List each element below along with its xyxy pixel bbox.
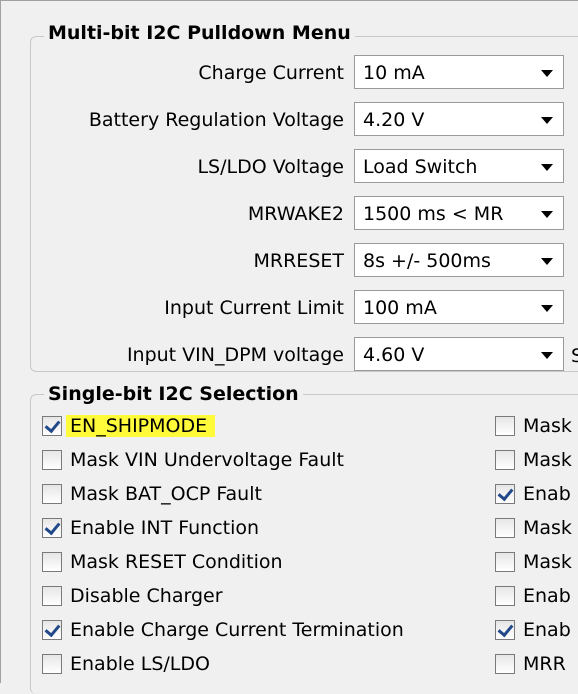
dropdown-value: 4.60 V [363,344,425,366]
input-current-limit-label: Input Current Limit [164,297,344,319]
checkbox-box[interactable] [42,450,62,470]
mrwake2-dropdown[interactable]: 1500 ms < MR [354,196,564,230]
input-current-limit-row: Input Current Limit 100 mA [0,287,578,327]
dropdown-value: 100 mA [363,297,437,319]
checkbox-label: Mask RESET Condition [70,551,283,573]
dropdown-value: 1500 ms < MR [363,203,504,225]
mrreset-row: MRRESET 8s +/- 500ms [0,240,578,280]
dropdown-value: 8s +/- 500ms [363,250,491,272]
dropdown-arrow-icon[interactable] [541,70,553,77]
checkbox-label: Enable LS/LDO [70,653,210,675]
checkbox-label: Mask [523,551,572,573]
checkbox-box[interactable] [495,450,515,470]
checkbox-label: Enab [523,483,571,505]
checkbox-label: Disable Charger [70,585,223,607]
dropdown-value: Load Switch [363,156,478,178]
checkbox-box[interactable] [42,484,62,504]
checkbox-box[interactable] [42,552,62,572]
battery-regulation-voltage-label: Battery Regulation Voltage [88,109,344,131]
dropdown-value: 10 mA [363,62,425,84]
input-vin-dpm-voltage-label: Input VIN_DPM voltage [126,344,344,366]
battery-regulation-voltage-row: Battery Regulation Voltage 4.20 V [0,99,578,139]
checkbox-box[interactable] [42,620,62,640]
cut-off-label: S [571,345,578,367]
en-shipmode-label: EN_SHIPMODE [66,415,216,437]
dropdown-arrow-icon[interactable] [541,117,553,124]
checkbox-box[interactable] [42,518,62,538]
input-vin-dpm-voltage-row: Input VIN_DPM voltage 4.60 V S [0,334,578,374]
mrwake2-row: MRWAKE2 1500 ms < MR [0,193,578,233]
checkbox-label: Enab [523,619,571,641]
dropdown-arrow-icon[interactable] [541,305,553,312]
checkbox-box[interactable] [495,518,515,538]
checkbox-box[interactable] [495,416,515,436]
ls-ldo-voltage-label: LS/LDO Voltage [197,156,344,178]
checkbox-label: Enab [523,585,571,607]
checkbox-label: Mask [523,415,572,437]
checkbox-box[interactable] [495,620,515,640]
selection-groupbox [30,394,578,694]
input-vin-dpm-voltage-dropdown[interactable]: 4.60 V [354,337,564,371]
checkbox-label: Mask [523,517,572,539]
checkbox-label: Mask [523,449,572,471]
charge-current-row: Charge Current 10 mA [0,52,578,92]
checkbox-box[interactable] [495,552,515,572]
checkbox-box[interactable] [495,586,515,606]
checkbox-label: Mask BAT_OCP Fault [70,483,262,505]
checkbox-box[interactable] [495,484,515,504]
checkbox-box[interactable] [42,586,62,606]
checkbox-label: Mask VIN Undervoltage Fault [70,449,344,471]
mrwake2-label: MRWAKE2 [247,203,344,225]
dropdown-arrow-icon[interactable] [541,258,553,265]
dropdown-arrow-icon[interactable] [541,211,553,218]
charge-current-dropdown[interactable]: 10 mA [354,55,564,89]
dropdown-value: 4.20 V [363,109,425,131]
ls-ldo-voltage-dropdown[interactable]: Load Switch [354,149,564,183]
dropdown-arrow-icon[interactable] [541,352,553,359]
selection-group-title: Single-bit I2C Selection [44,383,303,405]
checkbox-box[interactable] [42,416,62,436]
battery-regulation-voltage-dropdown[interactable]: 4.20 V [354,102,564,136]
checkbox-label: Enable INT Function [70,517,260,539]
charge-current-label: Charge Current [198,62,344,84]
mrreset-dropdown[interactable]: 8s +/- 500ms [354,243,564,277]
dropdown-arrow-icon[interactable] [541,164,553,171]
mrreset-label: MRRESET [253,250,344,272]
checkbox-box[interactable] [495,654,515,674]
ls-ldo-voltage-row: LS/LDO Voltage Load Switch [0,146,578,186]
pulldown-group-title: Multi-bit I2C Pulldown Menu [44,22,355,44]
input-current-limit-dropdown[interactable]: 100 mA [354,290,564,324]
checkbox-label: Enable Charge Current Termination [70,619,404,641]
checkbox-label: MRR [523,653,566,675]
checkbox-box[interactable] [42,654,62,674]
